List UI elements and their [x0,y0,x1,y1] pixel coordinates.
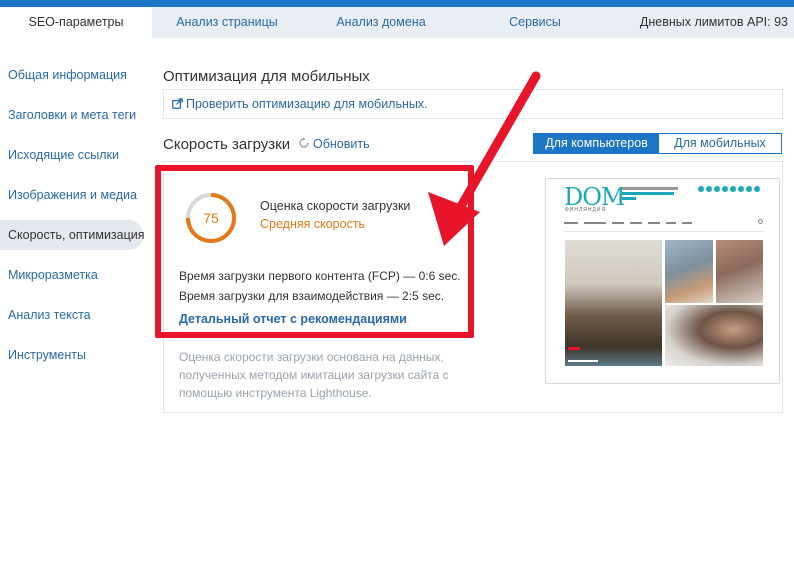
mobile-check-link[interactable]: Проверить оптимизацию для мобильных. [172,97,428,111]
preview-divider [564,231,763,232]
preview-search-icon [758,219,763,224]
top-accent-bar [0,0,794,7]
refresh-icon [299,137,309,148]
sidebar-item-images-media[interactable]: Изображения и медиа [0,175,143,215]
refresh-button[interactable]: Обновить [298,137,370,151]
preview-tagline [622,197,636,200]
preview-image-a [665,240,713,303]
refresh-label: Обновить [313,137,370,151]
api-limit-counter: Дневных лимитов API: 93 [639,15,788,29]
preview-menu [564,222,692,224]
preview-logo-sub: ФИНЛЯНДИЯ [565,207,607,213]
main-tabs: SEO-параметры Анализ страницы Анализ дом… [0,7,794,38]
preview-image-b [716,240,763,303]
lighthouse-note: Оценка скорости загрузки основана на дан… [179,350,449,400]
tab-services[interactable]: Сервисы [460,7,610,38]
device-toggle: Для компьютеров Для мобильных [533,133,782,154]
preview-tagline [622,192,674,195]
site-preview-screenshot: DOM ФИНЛЯНДИЯ [545,178,780,384]
preview-tagline [622,187,678,190]
mobile-section-title: Оптимизация для мобильных [163,68,370,85]
toggle-mobile-button[interactable]: Для мобильных [659,134,781,153]
external-link-icon [172,98,183,109]
tab-page-analysis[interactable]: Анализ страницы [152,7,302,38]
sidebar: Общая информация Заголовки и мета теги И… [0,55,145,375]
sidebar-item-microdata[interactable]: Микроразметка [0,255,143,295]
highlight-frame [155,165,474,338]
sidebar-item-headings-meta[interactable]: Заголовки и мета теги [0,95,143,135]
preview-image-c [665,305,763,366]
tab-domain-analysis[interactable]: Анализ домена [302,7,460,38]
toggle-desktop-button[interactable]: Для компьютеров [534,134,659,153]
sidebar-item-tools[interactable]: Инструменты [0,335,143,375]
preview-main-image [565,240,662,366]
tab-seo-params[interactable]: SEO-параметры [0,7,152,38]
speed-section-title: Скорость загрузки [163,136,291,153]
sidebar-item-speed-optimization[interactable]: Скорость, оптимизация [0,220,145,250]
preview-social-icons [698,186,760,192]
sidebar-item-outgoing-links[interactable]: Исходящие ссылки [0,135,143,175]
mobile-check-box: Проверить оптимизацию для мобильных. [163,89,783,119]
sidebar-item-text-analysis[interactable]: Анализ текста [0,295,143,335]
sidebar-item-general-info[interactable]: Общая информация [0,55,143,95]
mobile-check-link-label: Проверить оптимизацию для мобильных. [186,97,428,111]
